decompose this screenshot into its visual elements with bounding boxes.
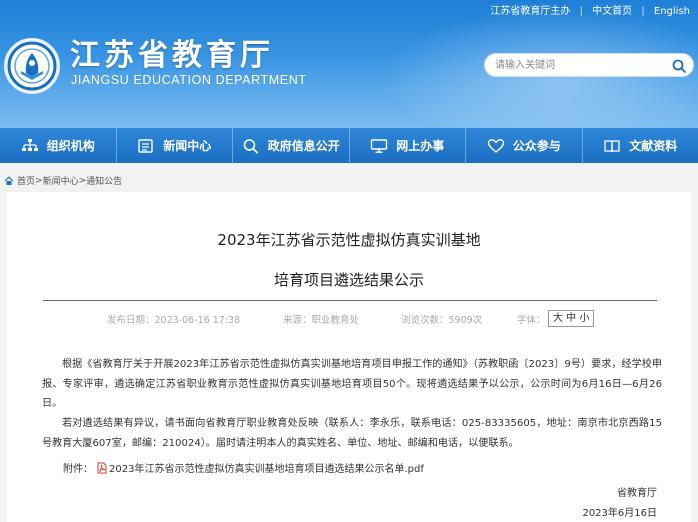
article-source: 来源：职业教育处 (283, 315, 360, 326)
nav-label: 网上办事 (396, 139, 445, 153)
newspaper-icon (138, 138, 153, 153)
host-label: 江苏省教育厅主办 (490, 6, 571, 17)
search-box (484, 53, 694, 77)
breadcrumb-notices[interactable]: 通知公告 (86, 174, 122, 187)
attachment-label: 附件： (63, 464, 93, 475)
nav-label: 政府信息公开 (267, 139, 340, 153)
pdf-icon (97, 462, 107, 473)
article-title-line1: 2023年江苏省示范性虚拟仿真实训基地 (217, 231, 481, 249)
nav-item-news[interactable]: 新闻中心 (117, 128, 233, 163)
site-title[interactable]: 江苏省教育厅 (70, 30, 274, 74)
emblem-icon (7, 41, 57, 91)
attachment-row: 附件： 2023年江苏省示范性虚拟仿真实训基地培育项目遴选结果公示名单.pdf (63, 460, 424, 475)
article-paragraph-1: 根据《省教育厅关于开展2023年江苏省示范性虚拟仿真实训基地培育项目申报工作的通… (42, 359, 662, 409)
nav-label: 公众参与 (512, 139, 561, 153)
article-title-line2: 培育项目遴选结果公示 (273, 271, 424, 289)
breadcrumb-news[interactable]: 新闻中心 (43, 174, 79, 187)
title-divider (43, 300, 657, 301)
org-chart-icon (21, 138, 38, 151)
monitor-icon (371, 138, 388, 153)
breadcrumb-separator: > (78, 175, 87, 186)
site-subtitle: JIANGSU EDUCATION DEPARTMENT (71, 73, 307, 87)
font-size-label: 字体： (517, 315, 546, 326)
publish-date: 发布日期：2023-06-16 17:38 (107, 315, 241, 326)
attachment-link[interactable]: 2023年江苏省示范性虚拟仿真实训基地培育项目遴选结果公示名单.pdf (109, 460, 424, 475)
signature: 省教育厅 (617, 488, 657, 499)
separator: | (641, 6, 645, 17)
nav-item-organization[interactable]: 组织机构 (0, 128, 117, 163)
english-link[interactable]: English (654, 6, 690, 17)
breadcrumb-home[interactable]: 首页 (17, 174, 35, 187)
book-icon (604, 139, 620, 152)
breadcrumb: 首页 > 新闻中心 > 通知公告 (4, 174, 122, 187)
font-size-switcher[interactable]: 大 中 小 (548, 310, 595, 327)
nav-item-documents[interactable]: 文献资料 (583, 128, 698, 163)
home-icon (4, 175, 14, 185)
nav-label: 文献资料 (629, 139, 678, 153)
chinese-home-link[interactable]: 中文首页 (592, 2, 632, 17)
article-panel: 2023年江苏省示范性虚拟仿真实训基地 培育项目遴选结果公示 发布日期：2023… (7, 192, 691, 522)
nav-item-online-service[interactable]: 网上办事 (350, 128, 466, 163)
heart-icon (487, 138, 504, 153)
view-count: 浏览次数：5909次 (401, 315, 483, 326)
site-header: 江苏省教育厅主办 | 中文首页 | English 江苏省教育厅 JIANGSU… (0, 0, 698, 128)
search-input[interactable] (495, 57, 655, 74)
search-icon[interactable] (671, 58, 687, 74)
signature-date: 2023年6月16日 (582, 508, 657, 519)
top-links-bar: 江苏省教育厅主办 | 中文首页 | English (490, 2, 690, 17)
nav-label: 组织机构 (46, 139, 95, 153)
nav-label: 新闻中心 (163, 139, 212, 153)
site-logo[interactable] (4, 38, 60, 94)
article-paragraph-2: 若对遴选结果有异议，请书面向省教育厅职业教育处反映（联系人：李永乐，联系电话：0… (42, 418, 662, 449)
nav-item-public-participation[interactable]: 公众参与 (466, 128, 583, 163)
main-nav: 组织机构 新闻中心 政府信息公开 网上办事 公众参与 文献资料 (0, 128, 698, 163)
breadcrumb-separator: > (35, 175, 43, 186)
separator: | (579, 6, 583, 17)
magnifier-icon (243, 138, 258, 153)
nav-item-info-disclosure[interactable]: 政府信息公开 (233, 128, 350, 163)
